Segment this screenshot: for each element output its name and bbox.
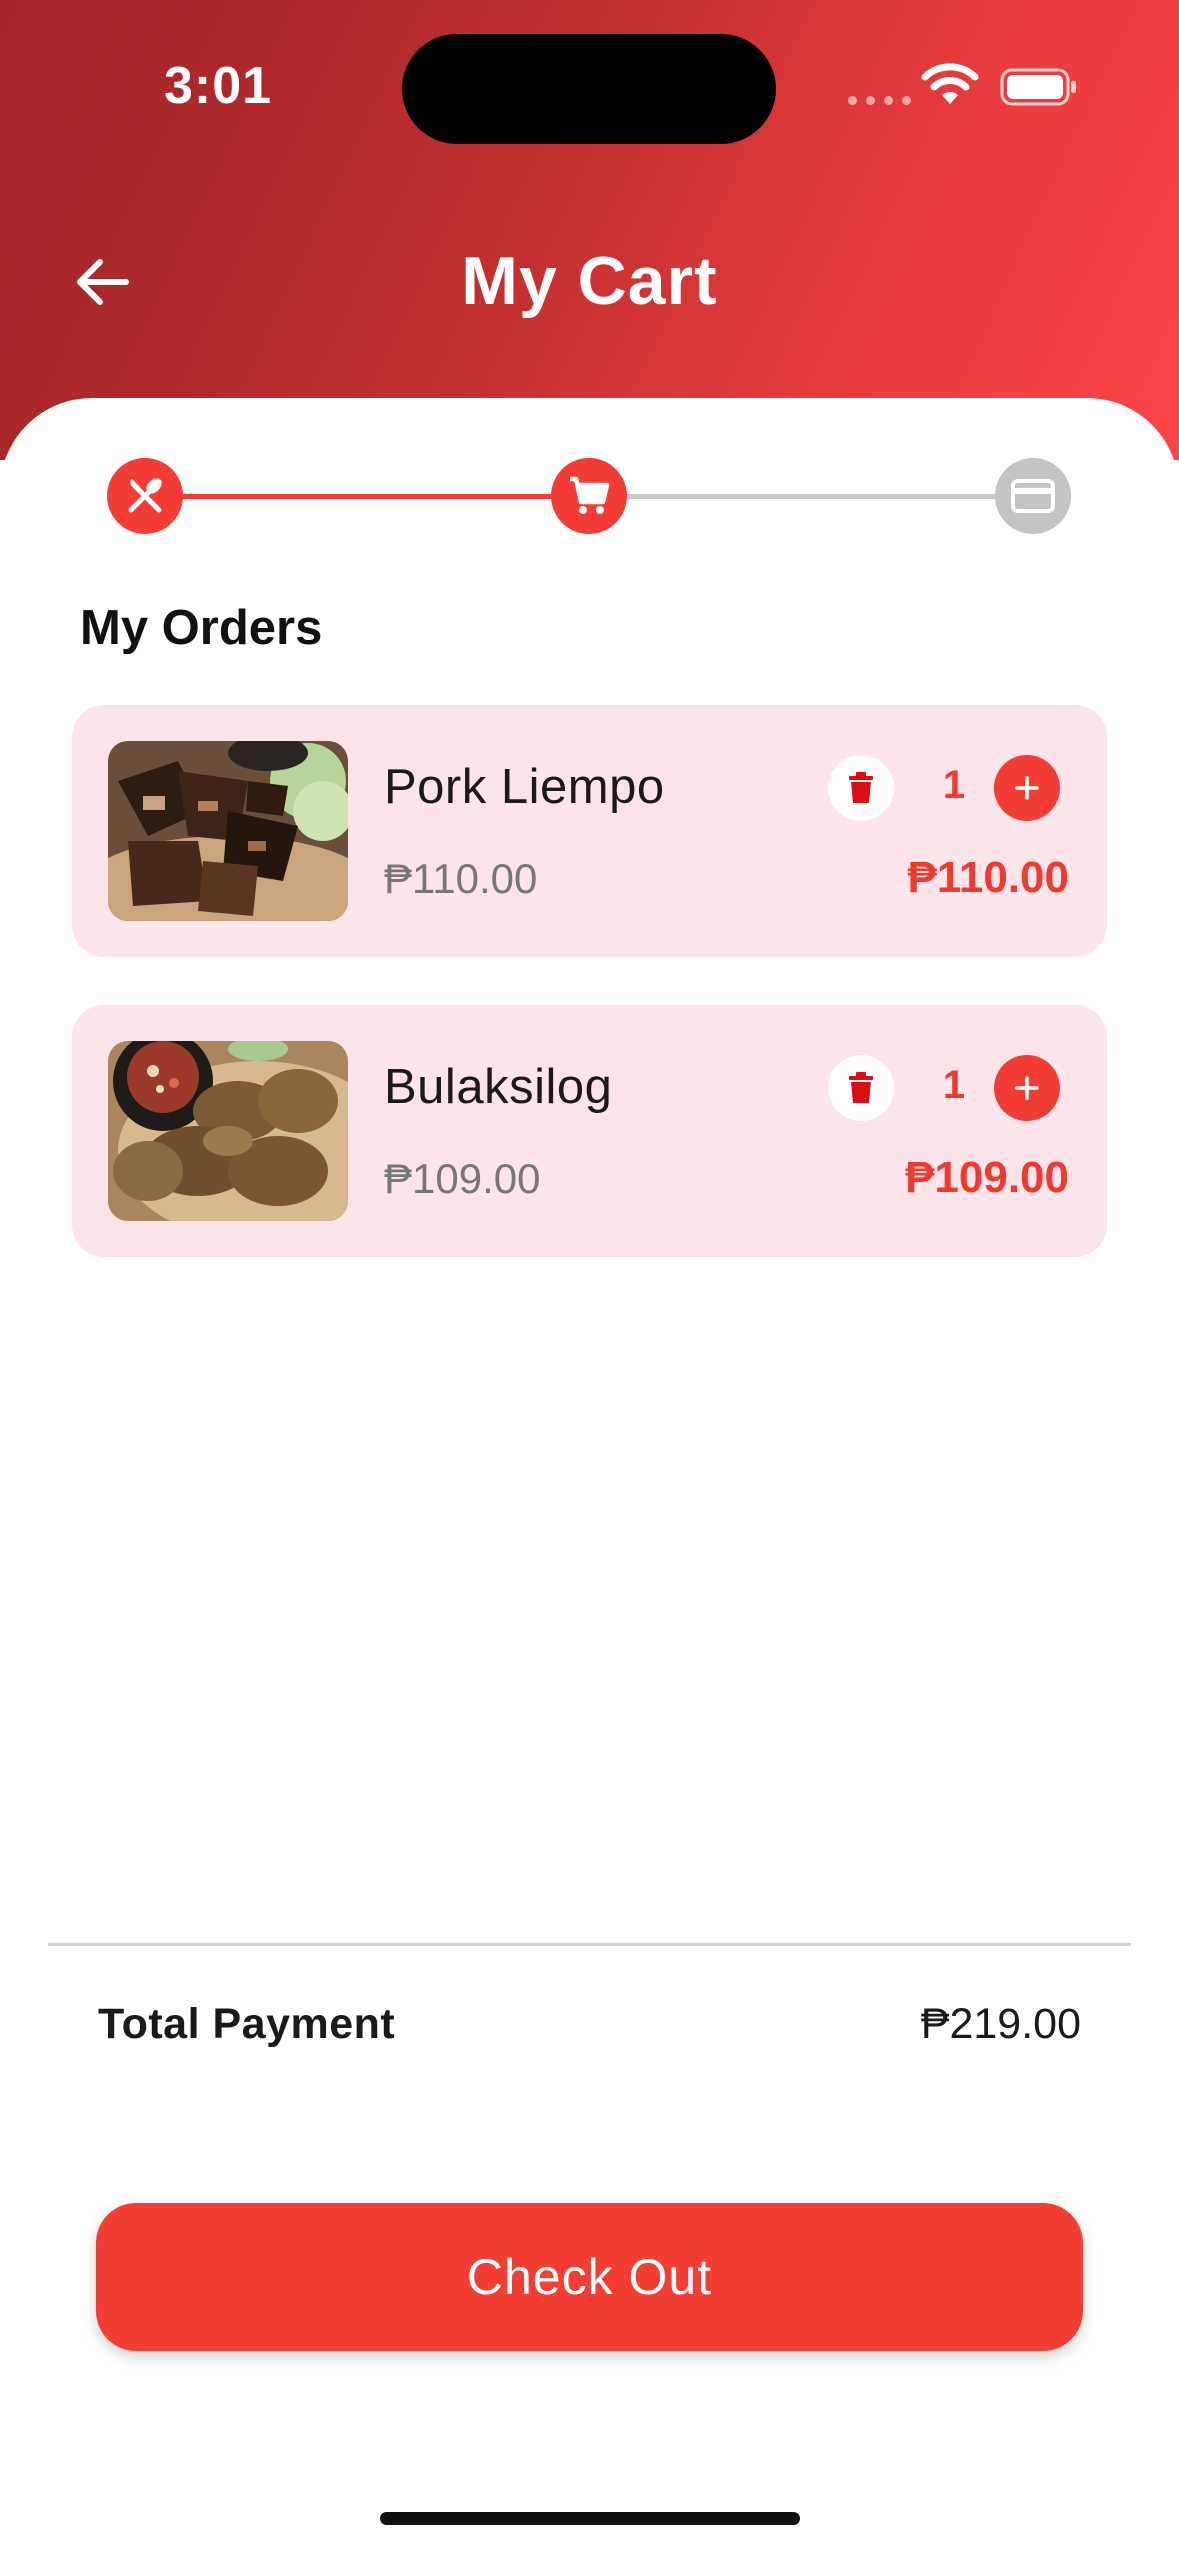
- header-bar: 3:01 My Cart: [0, 0, 1179, 460]
- increase-quantity-button[interactable]: [994, 1055, 1060, 1121]
- credit-card-icon: [1011, 479, 1055, 513]
- plus-icon: [1015, 1076, 1039, 1100]
- item-unit-price: ₱110.00: [384, 855, 538, 902]
- step-payment[interactable]: [995, 458, 1071, 534]
- order-item-card: Bulaksilog ₱109.00 1 ₱109.00: [72, 1005, 1107, 1257]
- food-photo: [108, 1041, 348, 1221]
- fork-knife-icon: [128, 478, 162, 513]
- step-menu[interactable]: [107, 458, 183, 534]
- progress-line-pending: [589, 494, 1033, 499]
- order-progress-stepper: [0, 458, 1179, 534]
- total-payment-value: ₱219.00: [920, 2000, 1081, 2048]
- item-line-total: ₱110.00: [907, 853, 1070, 902]
- item-quantity: 1: [942, 1063, 966, 1107]
- plus-icon: [1015, 776, 1039, 800]
- item-name: Bulaksilog: [384, 1060, 613, 1114]
- food-photo: [108, 741, 348, 921]
- total-payment-label: Total Payment: [98, 2000, 396, 2048]
- my-orders-heading: My Orders: [80, 601, 323, 655]
- order-item-card: Pork Liempo ₱110.00 1 ₱110.00: [72, 705, 1107, 957]
- progress-line-completed: [145, 494, 589, 499]
- trash-icon: [849, 1072, 873, 1103]
- dynamic-island: [402, 34, 776, 144]
- item-unit-price: ₱109.00: [384, 1155, 541, 1202]
- remove-item-button[interactable]: [828, 1055, 894, 1121]
- step-cart[interactable]: [551, 458, 627, 534]
- remove-item-button[interactable]: [828, 755, 894, 821]
- cart-icon: [570, 476, 610, 514]
- cellular-signal-icon: [848, 96, 911, 105]
- increase-quantity-button[interactable]: [994, 755, 1060, 821]
- home-indicator[interactable]: [380, 2512, 800, 2525]
- item-name: Pork Liempo: [384, 760, 665, 814]
- status-time: 3:01: [164, 57, 273, 115]
- item-quantity: 1: [942, 763, 966, 807]
- trash-icon: [849, 772, 873, 803]
- checkout-button[interactable]: Check Out: [96, 2203, 1083, 2351]
- battery-icon: [1000, 68, 1076, 106]
- item-line-total: ₱109.00: [905, 1153, 1069, 1202]
- page-title: My Cart: [461, 243, 718, 319]
- summary-divider: [48, 1943, 1131, 1946]
- wifi-icon: [921, 63, 979, 104]
